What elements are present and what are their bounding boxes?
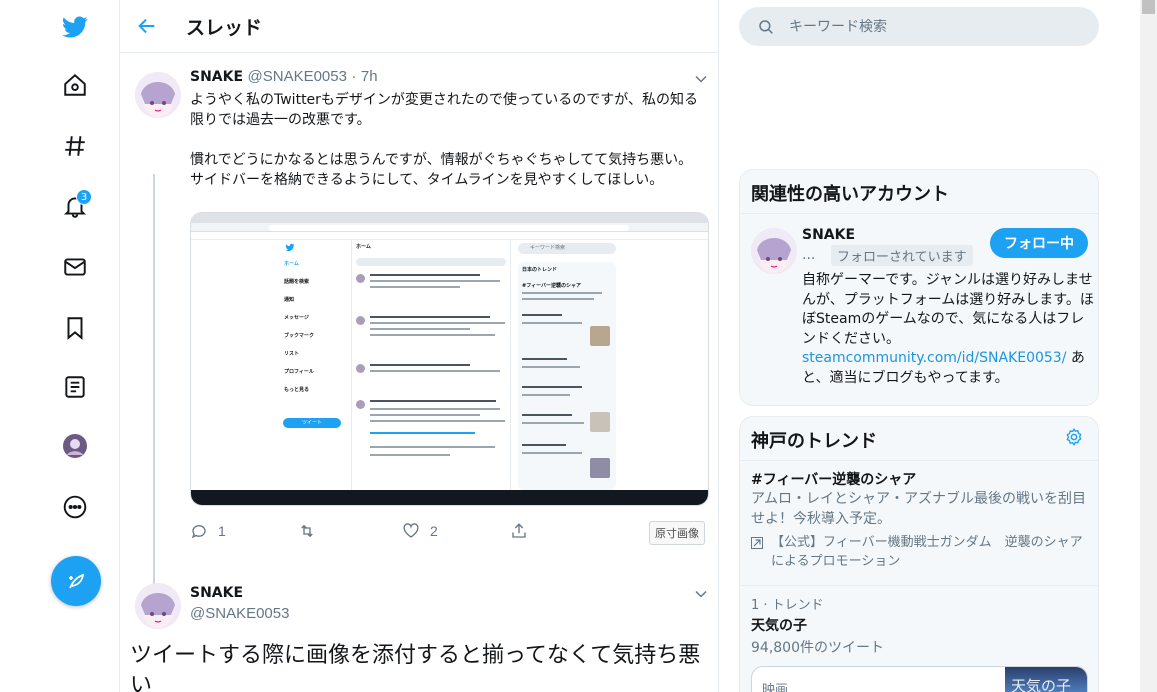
mini-twitter-icon — [285, 243, 295, 252]
author-handle[interactable]: @SNAKE0053 — [248, 68, 347, 85]
bookmarks-icon[interactable] — [52, 305, 98, 351]
follows-you-badge: フォローされています — [831, 245, 973, 266]
retweet-action[interactable] — [298, 522, 316, 540]
notifications-bell-icon[interactable]: 3 — [52, 183, 98, 229]
mini-timeline-title: ホーム — [356, 244, 371, 250]
bio-text: 自称ゲーマーです。ジャンルは選り好みしませんが、プラットフォームは選り好みします… — [802, 272, 1094, 347]
trend-description: アムロ・レイとシャア・アズナブル最後の戦いを刮目せよ！今秋導入予定。 — [751, 491, 1087, 527]
chevron-down-icon[interactable] — [694, 72, 708, 86]
share-icon — [512, 523, 526, 538]
promotion-text: 【公式】フィーバー機動戦士ガンダム 逆襲のシャアによるプロモーション — [771, 535, 1083, 569]
browser-titlebar — [191, 213, 708, 223]
trend-media-card[interactable]: 映画 天気の子 — [751, 666, 1088, 692]
gear-icon[interactable] — [1064, 427, 1084, 447]
compose-tweet-button[interactable] — [51, 556, 101, 606]
panel-title: 神戸のトレンド — [740, 417, 1098, 461]
card-thumbnail: 天気の子 — [1005, 667, 1087, 692]
mini-nav-item: メッセージ — [284, 315, 309, 321]
browser-bookmarks-bar — [191, 232, 708, 240]
windows-taskbar — [191, 490, 708, 505]
mini-tweet-button: ツイート — [283, 418, 341, 428]
browser-address-bar — [191, 223, 708, 232]
promoted-by: 【公式】フィーバー機動戦士ガンダム 逆襲のシャアによるプロモーション — [751, 533, 1087, 571]
thread-connector — [153, 174, 155, 628]
home-icon[interactable] — [52, 62, 98, 108]
chevron-down-icon[interactable] — [694, 587, 708, 601]
tweet-header: SNAKE @SNAKE0053 · 7h — [190, 68, 378, 85]
mini-nav-item: リスト — [284, 351, 300, 357]
search-icon — [759, 19, 773, 34]
messages-envelope-icon[interactable] — [52, 244, 98, 290]
author-name[interactable]: SNAKE — [190, 585, 243, 601]
related-accounts-panel: 関連性の高いアカウント SNAKE ... フォローされています フォロー中 自… — [739, 169, 1099, 406]
twitter-bird-icon[interactable] — [52, 4, 98, 50]
mini-trends-title: 日本のトレンド — [522, 267, 558, 273]
author-handle[interactable]: @SNAKE0053 — [190, 605, 289, 622]
panel-title: 関連性の高いアカウント — [740, 170, 1098, 214]
avatar[interactable] — [135, 72, 181, 118]
main-column: スレッド SNAKE @SNAKE0053 · 7h ようやく私のTwitter… — [119, 0, 719, 692]
thread-header: スレッド — [120, 0, 718, 53]
trends-panel: 神戸のトレンド #フィーバー逆襲のシャア アムロ・レイとシャア・アズナブル最後の… — [739, 416, 1099, 692]
mini-nav-item: プロフィール — [284, 369, 314, 375]
lists-icon[interactable] — [52, 364, 98, 410]
embedded-screenshot: ホーム 話題を検索 通知 メッセージ ブックマーク リスト プロフィール もっと… — [191, 240, 708, 492]
account-name[interactable]: SNAKE — [802, 227, 855, 243]
tweet-count: 94,800件のツイート — [751, 640, 884, 656]
mini-search-box: キーワード検索 — [518, 243, 616, 254]
tweet-text: ツイートする際に画像を添付すると揃ってなくて気持ち悪い — [130, 643, 701, 692]
reply-action[interactable]: 1 — [190, 522, 226, 540]
right-sidebar: 関連性の高いアカウント SNAKE ... フォローされています フォロー中 自… — [739, 0, 1099, 692]
reply-icon — [191, 525, 206, 539]
trend-item[interactable]: #フィーバー逆襲のシャア アムロ・レイとシャア・アズナブル最後の戦いを刮目せよ！… — [740, 461, 1098, 586]
original-image-button[interactable]: 原寸画像 — [649, 521, 705, 545]
mini-timeline: ホーム — [351, 240, 511, 492]
tweet-text: ようやく私のTwitterもデザインが変更されたので使っているのですが、私の知る… — [190, 92, 698, 188]
mini-nav-item: ブックマーク — [284, 333, 315, 339]
page-title: スレッド — [186, 16, 263, 39]
reply-count: 1 — [218, 523, 226, 539]
tweet-image[interactable]: ホーム 話題を検索 通知 メッセージ ブックマーク リスト プロフィール もっと… — [190, 212, 709, 506]
bio-link[interactable]: steamcommunity.com/id/SNAKE0053/ — [802, 350, 1066, 366]
tweet-time[interactable]: 7h — [361, 68, 378, 85]
like-count: 2 — [430, 523, 438, 539]
account-card[interactable]: SNAKE ... フォローされています フォロー中 自称ゲーマーです。ジャンル… — [740, 214, 1098, 405]
like-action[interactable]: 2 — [402, 522, 438, 540]
retweet-icon — [301, 524, 313, 538]
separator-dot: · — [351, 68, 357, 85]
explore-hashtag-icon[interactable] — [52, 123, 98, 169]
card-label: 映画 — [762, 683, 789, 692]
avatar[interactable] — [135, 583, 181, 629]
page-scrollbar[interactable] — [1140, 0, 1157, 692]
mini-trends-panel: 日本のトレンド #フィーバー逆襲のシャア — [518, 262, 616, 490]
more-icon[interactable] — [52, 484, 98, 530]
profile-avatar-icon[interactable] — [52, 423, 98, 469]
following-button[interactable]: フォロー中 — [990, 228, 1088, 258]
left-navigation: 3 — [0, 0, 120, 692]
account-handle-truncated: ... — [802, 247, 816, 263]
account-bio: 自称ゲーマーです。ジャンルは選り好みしませんが、プラットフォームは選り好みします… — [802, 271, 1094, 388]
notification-count-badge: 3 — [76, 189, 92, 205]
scrollbar-thumb[interactable] — [1142, 0, 1155, 14]
back-arrow-icon[interactable] — [136, 15, 158, 37]
trend-name: 天気の子 — [751, 618, 807, 634]
search-input[interactable] — [789, 18, 1049, 35]
compose-feather-icon — [69, 573, 85, 589]
trend-name: #フィーバー逆襲のシャア — [751, 472, 917, 488]
author-name[interactable]: SNAKE — [190, 69, 243, 85]
promoted-icon — [751, 537, 763, 549]
tweet-actions: 1 2 原寸画像 — [190, 520, 715, 546]
mini-nav-item: もっと見る — [284, 387, 310, 393]
mini-nav-item: ホーム — [284, 261, 299, 267]
trend-rank: 1 · トレンド — [751, 598, 824, 613]
mini-nav-item: 通知 — [284, 297, 295, 303]
heart-icon — [403, 523, 419, 538]
share-action[interactable] — [510, 522, 528, 540]
search-bar[interactable] — [739, 7, 1099, 46]
tweet-2[interactable]: SNAKE @SNAKE0053 ツイートする際に画像を添付すると揃ってなくて気… — [120, 575, 718, 692]
mini-trend-item: #フィーバー逆襲のシャア — [522, 283, 582, 289]
avatar[interactable] — [751, 228, 797, 274]
mini-nav-item: 話題を検索 — [284, 279, 310, 285]
